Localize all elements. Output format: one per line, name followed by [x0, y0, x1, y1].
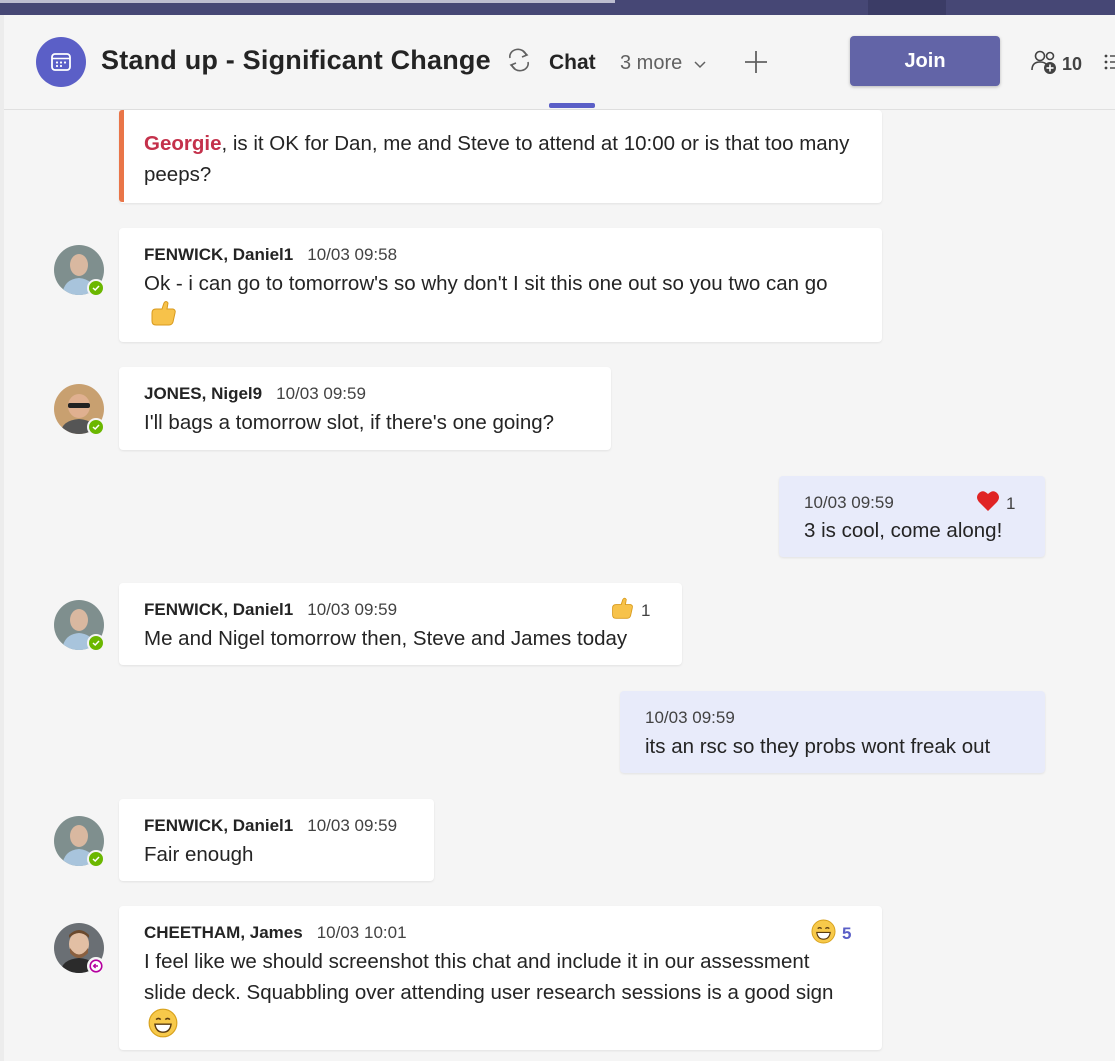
left-rail-edge — [0, 15, 4, 1061]
reaction-laugh[interactable]: 5 — [811, 919, 851, 949]
message-bubble-own[interactable]: 10/03 09:59 its an rsc so they probs won… — [620, 691, 1045, 773]
reaction-count: 1 — [641, 600, 651, 620]
message-text: Georgie, is it OK for Dan, me and Steve … — [144, 128, 854, 190]
participants-count: 10 — [1062, 54, 1083, 74]
message-timestamp: 10/03 09:59 — [307, 600, 398, 619]
message-timestamp: 10/03 09:59 — [645, 708, 735, 727]
message-bubble[interactable]: FENWICK, Daniel1 10/03 09:59 1 Me and Nig… — [119, 583, 682, 665]
message-bubble[interactable]: Georgie, is it OK for Dan, me and Steve … — [119, 110, 882, 203]
grinning-face-icon — [148, 1008, 178, 1047]
mention-georgie[interactable]: Georgie — [144, 132, 221, 155]
title-bar-search-area — [0, 0, 615, 3]
message-timestamp: 10/03 09:59 — [276, 384, 366, 403]
calendar-icon — [36, 37, 86, 87]
message-author: FENWICK, Daniel1 — [144, 600, 294, 619]
message-author: JONES, Nigel9 — [144, 384, 263, 403]
message-meta: FENWICK, Daniel1 10/03 09:59 — [144, 816, 397, 836]
message-author: CHEETHAM, James — [144, 923, 303, 942]
message-bubble[interactable]: FENWICK, Daniel1 10/03 09:59 Fair enough — [119, 799, 434, 881]
chevron-down-icon — [694, 52, 706, 75]
reaction-count: 1 — [1006, 493, 1016, 513]
active-tab-indicator — [549, 103, 595, 108]
window-top-strip — [0, 0, 1115, 15]
message-text: Ok - i can go to tomorrow's so why don't… — [144, 268, 864, 336]
message-bubble[interactable]: CHEETHAM, James 10/03 10:01 5 I feel like… — [119, 906, 882, 1050]
add-people-icon — [1030, 48, 1058, 81]
message-meta: FENWICK, Daniel1 10/03 09:59 — [144, 600, 397, 620]
message-author: FENWICK, Daniel1 — [144, 245, 294, 264]
message-text: I'll bags a tomorrow slot, if there's on… — [144, 411, 555, 434]
message-text-rest: , is it OK for Dan, me and Steve to atte… — [144, 132, 850, 186]
chat-header: Stand up - Significant Change Chat 3 mor… — [4, 15, 1115, 110]
heart-icon — [976, 490, 1000, 517]
message-text-content: I feel like we should screenshot this ch… — [144, 950, 834, 1004]
message-timestamp: 10/03 10:01 — [316, 923, 407, 942]
more-options-icon[interactable] — [1104, 53, 1115, 76]
add-tab-icon[interactable] — [742, 48, 770, 76]
grinning-face-icon — [811, 919, 836, 949]
message-timestamp: 10/03 09:59 — [804, 493, 894, 512]
message-text: 3 is cool, come along! — [804, 519, 1003, 542]
message-text: its an rsc so they probs wont freak out — [645, 735, 991, 758]
reaction-like[interactable]: 1 — [609, 596, 650, 625]
message-meta: JONES, Nigel9 10/03 09:59 — [144, 384, 366, 404]
message-text: I feel like we should screenshot this ch… — [144, 946, 854, 1047]
mention-highlight-bar — [119, 110, 124, 202]
recurring-icon — [504, 47, 534, 78]
reaction-heart[interactable]: 1 — [976, 490, 1015, 517]
message-text: Me and Nigel tomorrow then, Steve and Ja… — [144, 627, 628, 650]
title-bar-profile-area — [868, 0, 946, 15]
tab-chat[interactable]: Chat — [549, 51, 596, 75]
reaction-count: 5 — [842, 924, 852, 943]
message-bubble[interactable]: JONES, Nigel9 10/03 09:59 I'll bags a tom… — [119, 367, 611, 450]
thumbs-up-icon — [148, 299, 178, 336]
join-button[interactable]: Join — [850, 36, 1000, 86]
message-author: FENWICK, Daniel1 — [144, 816, 294, 835]
message-timestamp: 10/03 09:59 — [307, 816, 398, 835]
message-bubble[interactable]: FENWICK, Daniel1 10/03 09:58 Ok - i can g… — [119, 228, 882, 342]
message-text-content: Ok - i can go to tomorrow's so why don't… — [144, 272, 828, 295]
status-available-icon — [87, 850, 105, 868]
message-timestamp: 10/03 09:58 — [307, 245, 398, 264]
tab-more-label: 3 more — [620, 52, 683, 74]
message-bubble-own[interactable]: 10/03 09:59 1 3 is cool, come along! — [779, 476, 1045, 557]
status-available-icon — [87, 279, 105, 297]
status-available-icon — [87, 418, 105, 436]
message-text: Fair enough — [144, 843, 254, 866]
status-out-of-office-icon — [87, 957, 105, 975]
thumbs-up-icon — [609, 596, 635, 625]
message-meta: FENWICK, Daniel1 10/03 09:58 — [144, 245, 397, 265]
message-meta: CHEETHAM, James 10/03 10:01 — [144, 923, 407, 943]
meeting-title: Stand up - Significant Change — [101, 45, 491, 75]
tab-more[interactable]: 3 more — [620, 52, 706, 75]
participants-button[interactable]: 10 — [1030, 48, 1082, 81]
status-available-icon — [87, 634, 105, 652]
